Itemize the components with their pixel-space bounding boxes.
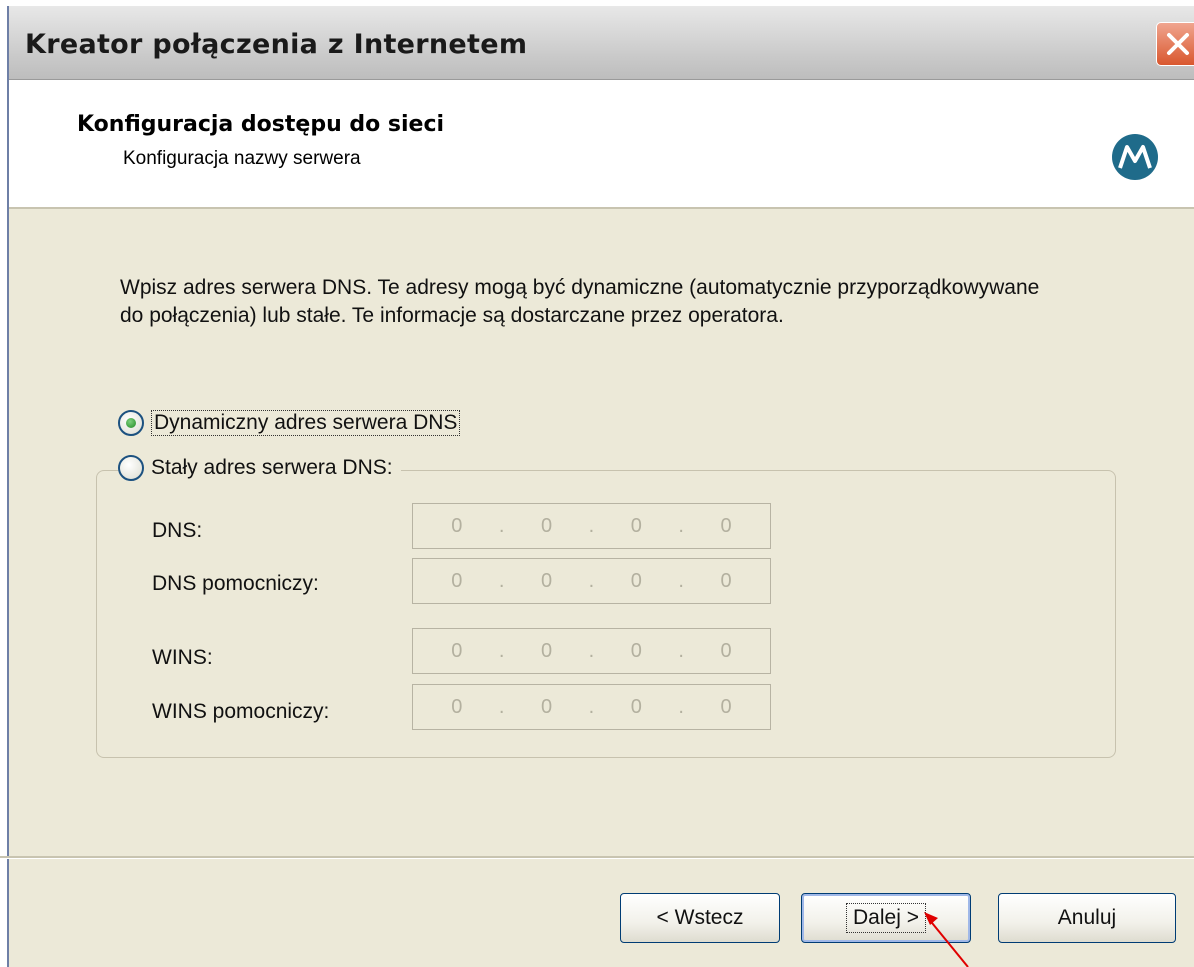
annotation-arrow-icon xyxy=(924,912,969,967)
